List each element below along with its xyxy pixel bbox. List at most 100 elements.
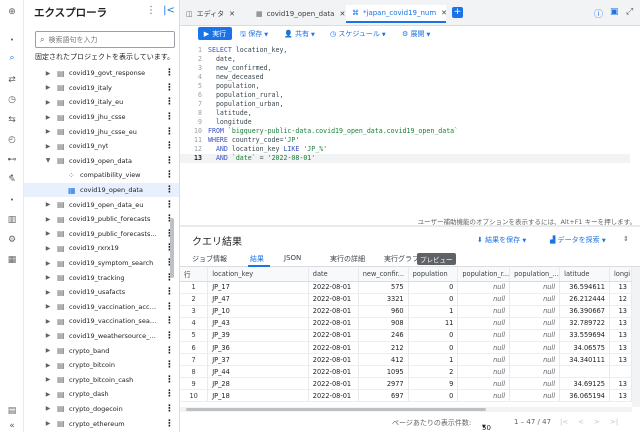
chevron-right-icon[interactable]: ▶ — [44, 84, 52, 91]
tree-item[interactable]: ▼ ▤ covid19_open_data ⋮ — [24, 154, 179, 169]
more-options-icon[interactable]: ⋮ — [165, 156, 174, 166]
scrollbar-thumb[interactable] — [186, 408, 486, 411]
run-button[interactable]: ▶ 実行 — [198, 27, 232, 40]
admin-nav-icon[interactable]: ▦ — [6, 254, 18, 266]
more-options-icon[interactable]: ⋮ — [165, 97, 174, 107]
column-header[interactable]: population_... — [509, 267, 561, 282]
chevron-right-icon[interactable]: ▶ — [44, 274, 52, 281]
capacity-nav-icon[interactable]: ⚙ — [6, 234, 18, 246]
tree-item[interactable]: ▦ covid19_open_data ⋮ — [24, 182, 179, 198]
tab-job-info[interactable]: ジョブ情報 — [192, 254, 227, 264]
tree-item[interactable]: ▶ ▤ crypto_dash ⋮ — [24, 387, 179, 402]
prev-page-icon[interactable]: < — [578, 418, 584, 426]
wrench-icon[interactable]: ✎ — [6, 174, 18, 186]
tree-item[interactable]: ▶ ▤ covid19_jhu_csse ⋮ — [24, 110, 179, 125]
bigquery-logo-icon[interactable]: ⊕ — [6, 6, 18, 18]
collapse-panel-icon[interactable]: |< — [163, 5, 175, 16]
tree-item[interactable]: ▶ ▤ crypto_ethereum ⋮ — [24, 416, 179, 431]
schedule-button[interactable]: ◷ スケジュール ▼ — [330, 29, 386, 39]
tree-item[interactable]: ▶ ▤ crypto_bitcoin_cash ⋮ — [24, 372, 179, 387]
chevron-right-icon[interactable]: ▶ — [44, 391, 52, 398]
column-header[interactable]: new_confir... — [358, 267, 409, 282]
more-options-icon[interactable]: ⋮ — [165, 360, 174, 370]
release-notes-icon[interactable]: ▤ — [6, 405, 18, 417]
tree-item[interactable]: ▶▤covid19_public_forecasts⋮ — [24, 212, 179, 227]
more-options-icon[interactable]: ⋮ — [165, 389, 174, 399]
chevron-right-icon[interactable]: ▶ — [44, 362, 52, 369]
more-options-icon[interactable]: ⋮ — [165, 127, 174, 137]
analytics-nav-icon[interactable]: ⇄ — [6, 74, 18, 86]
explorer-scrollbar[interactable] — [170, 218, 174, 278]
tree-item[interactable]: ▶▤covid19_symptom_search⋮ — [24, 256, 179, 271]
tree-item[interactable]: ▶ ▤ crypto_band ⋮ — [24, 343, 179, 358]
chevron-right-icon[interactable]: ▶ — [44, 70, 52, 77]
next-page-icon[interactable]: > — [594, 418, 600, 426]
tree-item[interactable]: ▶▤covid19_public_forecasts_asi...⋮ — [24, 227, 179, 242]
chevron-right-icon[interactable]: ▶ — [44, 99, 52, 106]
results-vertical-scrollbar[interactable] — [632, 267, 640, 407]
column-header[interactable]: date — [308, 267, 359, 282]
more-options-icon[interactable]: ⋮ — [165, 404, 174, 414]
tree-item[interactable]: ▶ ▤ covid19_vaccination_search_... ⋮ — [24, 314, 179, 329]
chevron-right-icon[interactable]: ▶ — [44, 143, 52, 150]
tree-item[interactable]: ▶ ▤ covid19_weathersource_com ⋮ — [24, 329, 179, 344]
chevron-right-icon[interactable]: ▶ — [44, 260, 52, 267]
share-button[interactable]: 👤 共有 ▼ — [284, 29, 315, 39]
table-row[interactable]: 4 JP_43 2022-08-01 908 11 null null 32.789722 13 — [180, 317, 632, 330]
table-row[interactable]: 1 JP_17 2022-08-01 575 0 null null 36.594611 13 — [180, 281, 632, 294]
tab-json[interactable]: JSON — [284, 254, 301, 262]
column-header[interactable]: population_r... — [457, 267, 511, 282]
history-nav-icon[interactable]: ◷ — [6, 94, 18, 106]
more-options-icon[interactable]: ⋮ — [165, 419, 174, 429]
more-options-icon[interactable]: ⋮ — [165, 83, 174, 93]
scheduled-queries-icon[interactable]: ◴ — [6, 134, 18, 146]
column-header[interactable]: longi — [609, 267, 632, 282]
close-icon[interactable]: ✕ — [339, 10, 345, 18]
chevron-right-icon[interactable]: ▶ — [44, 347, 52, 354]
table-row[interactable]: 2 JP_47 2022-08-01 3321 0 null null 26.212444 12 — [180, 293, 632, 306]
more-options-icon[interactable]: ⋮ — [165, 170, 174, 180]
tab-results[interactable]: 結果 — [250, 254, 264, 264]
column-header[interactable]: population — [408, 267, 459, 282]
chevron-down-icon[interactable]: ▼ — [44, 157, 52, 164]
chevron-right-icon[interactable]: ▶ — [44, 114, 52, 121]
more-options-icon[interactable]: ⋮ — [165, 346, 174, 356]
tab-editor[interactable]: ◫ エディタ ✕ — [180, 5, 235, 23]
close-icon[interactable]: ✕ — [229, 10, 235, 18]
monitoring-nav-icon[interactable]: ▥ — [6, 214, 18, 226]
info-icon[interactable]: ⓘ — [594, 7, 603, 20]
table-row[interactable]: 8 JP_44 2022-08-01 1095 2 null null — [180, 365, 632, 379]
column-header[interactable]: latitude — [559, 267, 610, 282]
tree-item[interactable]: ▶ ▤ covid19_jhu_csse_eu ⋮ — [24, 124, 179, 139]
save-button[interactable]: 🖫 保存 ▼ — [240, 29, 268, 41]
more-options-icon[interactable]: ⋮ — [165, 316, 174, 326]
sql-editor[interactable]: 1 SELECT location_key, 2 date, 3 new_confir… — [180, 42, 640, 225]
tab-japan-covid19-num[interactable]: ⌘ *japan_covid19_num ✕ — [346, 5, 447, 23]
chevron-right-icon[interactable]: ▶ — [44, 405, 52, 412]
tree-item[interactable]: ▶ ▤ covid19_nyt ⋮ — [24, 139, 179, 154]
fullscreen-icon[interactable]: ⤢ — [626, 7, 633, 17]
chevron-right-icon[interactable]: ▶ — [44, 230, 52, 237]
chevron-right-icon[interactable]: ▶ — [44, 376, 52, 383]
more-options-icon[interactable]: ⋮ — [165, 185, 174, 195]
collapse-rail-icon[interactable]: « — [6, 420, 18, 432]
more-options-icon[interactable]: ⋮ — [165, 302, 174, 312]
explorer-search[interactable]: ⌕ — [35, 31, 175, 48]
more-options-icon[interactable]: ⋮ — [165, 141, 174, 151]
tree-item[interactable]: ⁘ compatibility_view ⋮ — [24, 168, 179, 183]
more-options-icon[interactable]: ⋮ — [145, 5, 157, 16]
more-options-icon[interactable]: ⋮ — [165, 68, 174, 78]
table-row[interactable]: 5 JP_39 2022-08-01 246 0 null null 33.559694 13 — [180, 329, 632, 342]
tree-item[interactable]: ▶ ▤ crypto_bitcoin ⋮ — [24, 358, 179, 373]
tree-item[interactable]: ▶ ▤ covid19_tracking ⋮ — [24, 270, 179, 285]
connections-nav-icon[interactable]: ⊷ — [6, 154, 18, 166]
chevron-right-icon[interactable]: ▶ — [44, 201, 52, 208]
chevron-right-icon[interactable]: ▶ — [44, 128, 52, 135]
table-row[interactable]: 9 JP_28 2022-08-01 2977 9 null null 34.69125 13 — [180, 377, 632, 391]
chevron-right-icon[interactable]: ▶ — [44, 245, 52, 252]
close-icon[interactable]: ✕ — [441, 9, 447, 17]
table-row[interactable]: 10 JP_18 2022-08-01 697 0 null null 36.065194 13 — [180, 389, 632, 403]
tab-covid19-open-data[interactable]: ▦ covid19_open_data ✕ — [250, 5, 345, 23]
first-page-icon[interactable]: |< — [560, 418, 568, 426]
tree-item[interactable]: ▶ ▤ covid19_italy_eu ⋮ — [24, 95, 179, 110]
